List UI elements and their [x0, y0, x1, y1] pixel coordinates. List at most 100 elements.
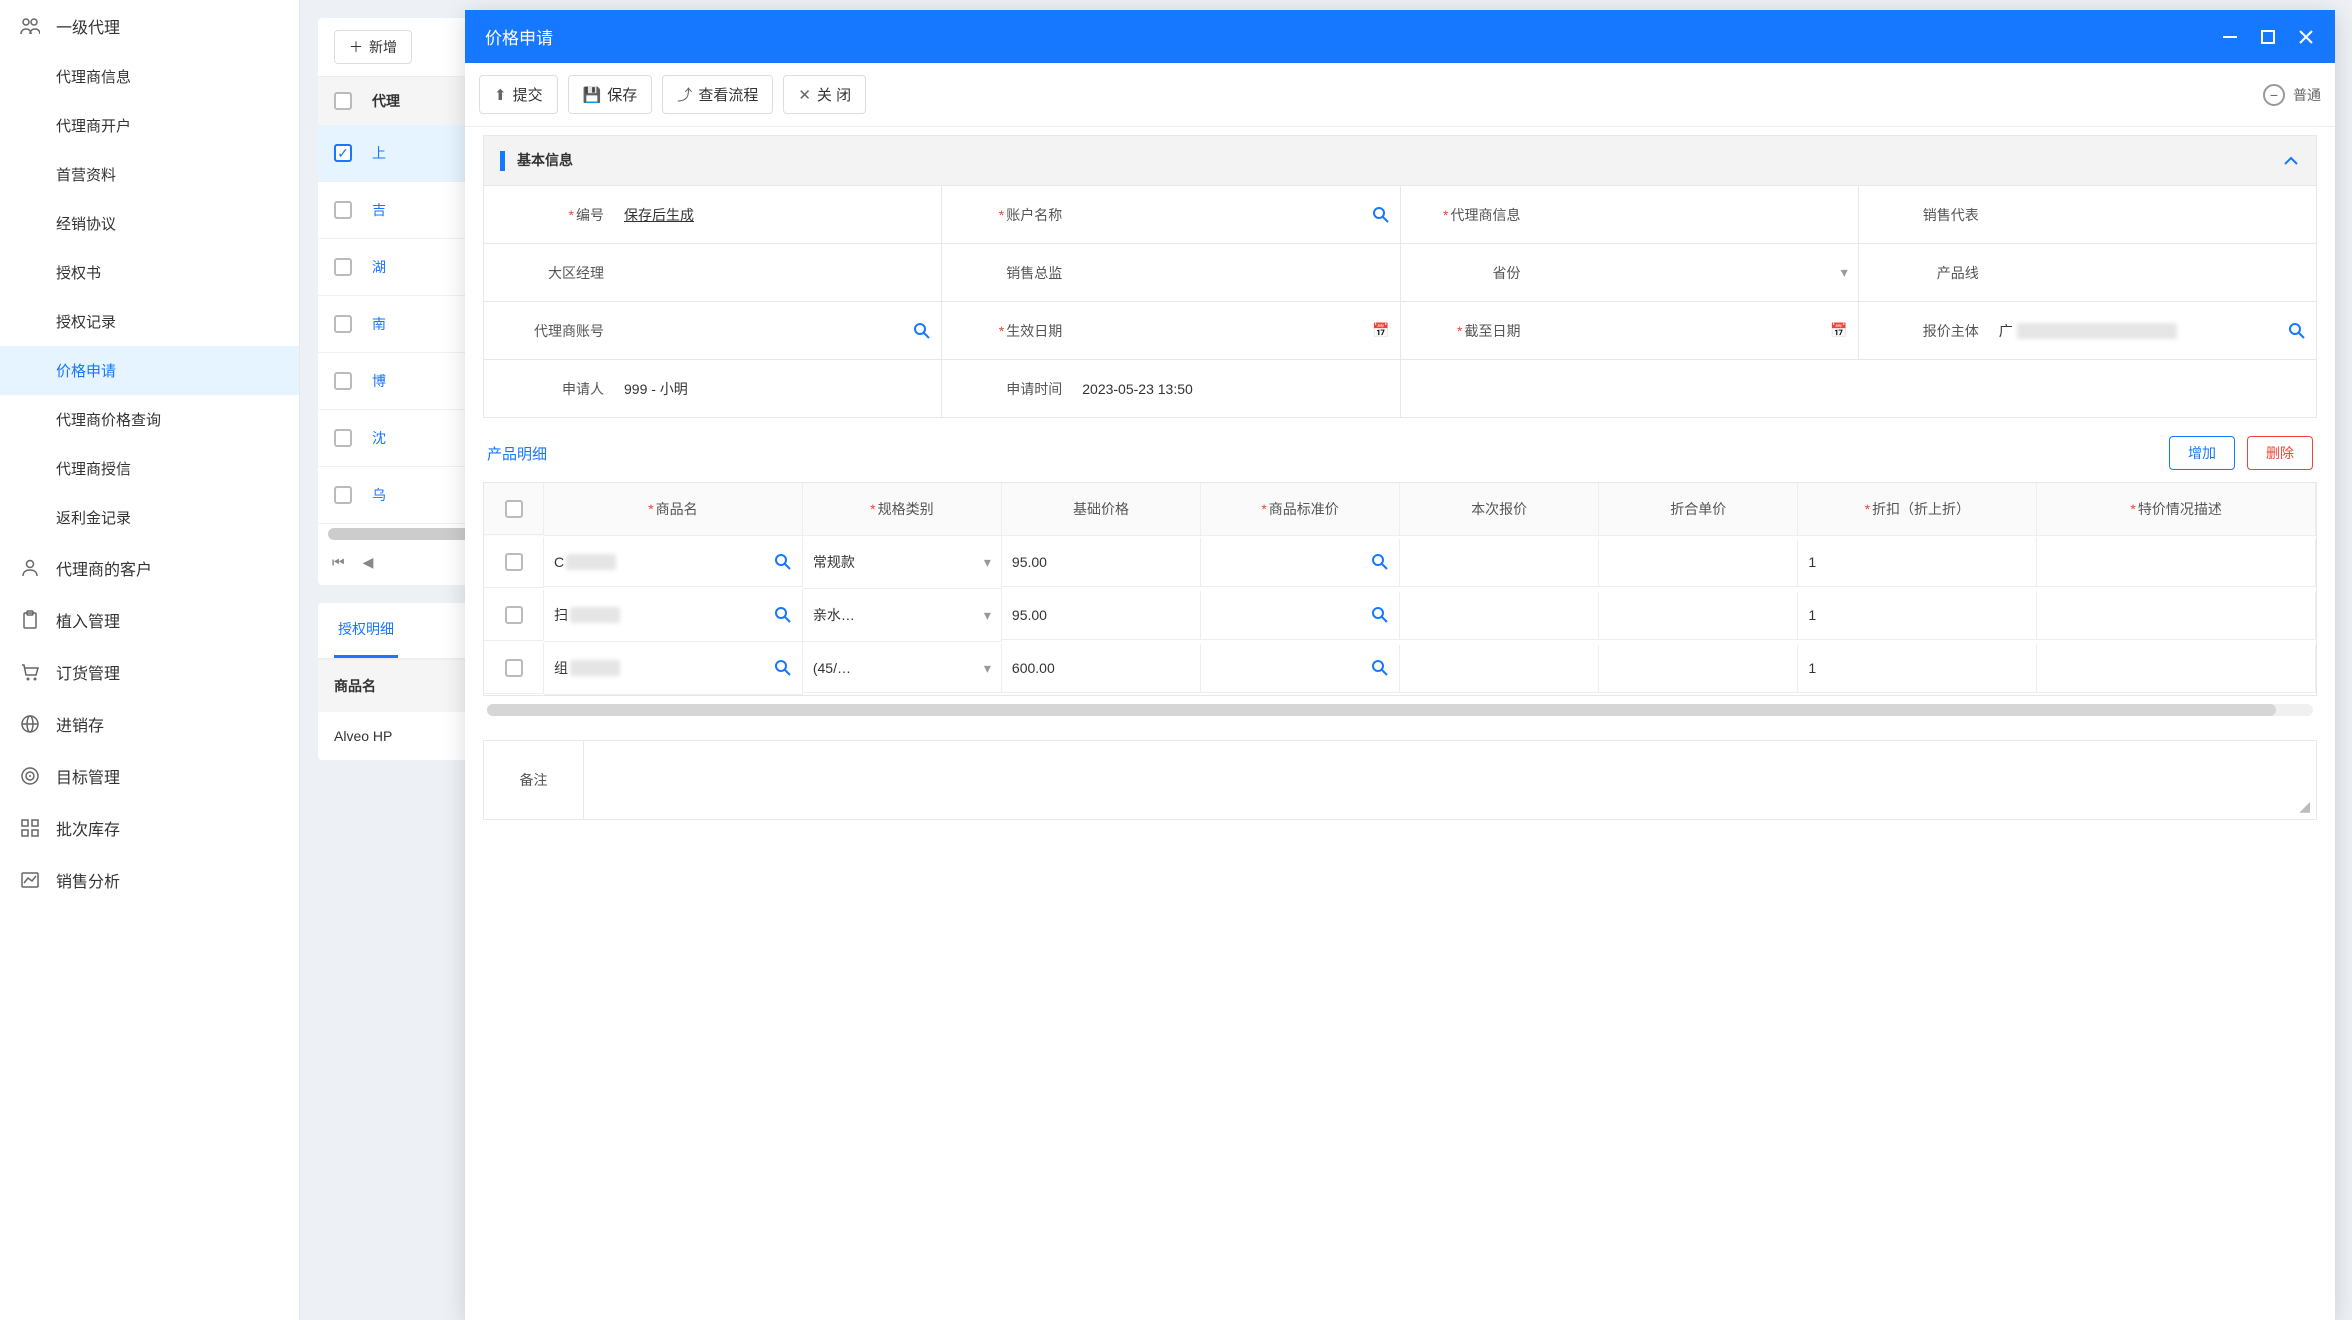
input-std-price[interactable] [1211, 555, 1389, 570]
chevron-down-icon[interactable]: ▾ [984, 554, 991, 571]
search-icon[interactable] [774, 553, 792, 571]
nav-parent[interactable]: 进销存 [0, 698, 299, 750]
nav-child[interactable]: 返利金记录 [0, 493, 299, 542]
input-special-desc[interactable] [2047, 608, 2305, 623]
detail-add-button[interactable]: 增加 [2169, 436, 2235, 470]
input-special-desc[interactable] [2047, 661, 2305, 676]
search-icon[interactable] [2288, 322, 2306, 340]
target-icon [20, 766, 44, 786]
add-button[interactable]: ＋ 新增 [334, 30, 412, 64]
row-checkbox[interactable] [334, 372, 352, 390]
header-checkbox[interactable] [505, 500, 523, 518]
nav-parent[interactable]: 批次库存 [0, 802, 299, 854]
chevron-down-icon[interactable]: ▾ [984, 660, 991, 677]
chevron-down-icon[interactable]: ▾ [1841, 264, 1848, 281]
row-checkbox[interactable] [334, 429, 352, 447]
calendar-icon[interactable]: 📅 [1372, 322, 1389, 339]
row-checkbox[interactable]: ✓ [334, 144, 352, 162]
search-icon[interactable] [1372, 206, 1390, 224]
input-std-price[interactable] [1211, 661, 1389, 676]
input-sales-dir[interactable] [1082, 265, 1389, 281]
input-province[interactable] [1541, 265, 1848, 281]
nav-parent[interactable]: 销售分析 [0, 854, 299, 906]
page-prev-icon[interactable]: ◀ [363, 554, 374, 571]
input-end-date[interactable] [1541, 323, 1848, 339]
detail-hscrollbar-thumb[interactable] [487, 704, 2276, 716]
col-this-quote: 本次报价 [1471, 499, 1527, 519]
input-unit-price[interactable] [1609, 608, 1787, 623]
search-icon[interactable] [774, 659, 792, 677]
search-icon[interactable] [913, 322, 931, 340]
row-checkbox[interactable] [505, 606, 523, 624]
close-button[interactable]: ✕关 闭 [783, 75, 866, 114]
view-flow-button[interactable]: ⤴查看流程 [662, 75, 773, 114]
row-checkbox[interactable] [334, 315, 352, 333]
input-agent-info[interactable] [1541, 207, 1848, 223]
nav-child[interactable]: 价格申请 [0, 346, 299, 395]
row-checkbox[interactable] [505, 553, 523, 571]
nav-child[interactable]: 代理商授信 [0, 444, 299, 493]
minimize-icon[interactable] [2221, 28, 2239, 46]
input-this-quote[interactable] [1410, 608, 1588, 623]
nav-child[interactable]: 经销协议 [0, 199, 299, 248]
row-checkbox[interactable] [334, 486, 352, 504]
nav-parent-label: 一级代理 [56, 14, 120, 38]
maximize-icon[interactable] [2259, 28, 2277, 46]
input-this-quote[interactable] [1410, 555, 1588, 570]
search-icon[interactable] [1371, 553, 1389, 571]
nav-parent[interactable]: 订货管理 [0, 646, 299, 698]
calendar-icon[interactable]: 📅 [1830, 322, 1847, 339]
input-this-quote[interactable] [1410, 661, 1588, 676]
nav-child[interactable]: 代理商信息 [0, 52, 299, 101]
save-button[interactable]: 💾保存 [568, 75, 653, 114]
detail-row: 扫亲水…▾95.001 [484, 589, 2316, 642]
row-checkbox[interactable] [334, 201, 352, 219]
nav-parent-label: 代理商的客户 [56, 556, 152, 580]
nav-child[interactable]: 授权书 [0, 248, 299, 297]
header-checkbox[interactable] [334, 92, 352, 110]
input-special-desc[interactable] [2047, 555, 2305, 570]
section-title-wrap: 基本信息 [500, 150, 573, 171]
field-sales-rep: 销售代表 [1859, 186, 2317, 244]
nav-parent[interactable]: 目标管理 [0, 750, 299, 802]
col-base-price: 基础价格 [1073, 499, 1129, 519]
search-icon[interactable] [774, 606, 792, 624]
submit-button[interactable]: ⬆提交 [479, 75, 558, 114]
field-product-line: 产品线 [1859, 244, 2317, 302]
detail-hscrollbar[interactable] [487, 704, 2313, 716]
cell-name: 扫 [554, 605, 568, 625]
remark-textarea[interactable] [594, 751, 2306, 809]
search-icon[interactable] [1371, 659, 1389, 677]
detail-delete-button[interactable]: 删除 [2247, 436, 2313, 470]
nav-parent[interactable]: 一级代理 [0, 0, 299, 52]
input-unit-price[interactable] [1609, 555, 1787, 570]
minus-circle-icon: − [2263, 84, 2285, 106]
search-icon[interactable] [1371, 606, 1389, 624]
input-region-mgr[interactable] [624, 265, 931, 281]
input-eff-date[interactable] [1082, 323, 1389, 339]
value-apply-time: 2023-05-23 13:50 [1082, 381, 1193, 397]
row-checkbox[interactable] [505, 659, 523, 677]
nav-child[interactable]: 代理商价格查询 [0, 395, 299, 444]
nav-parent[interactable]: 代理商的客户 [0, 542, 299, 594]
input-sales-rep[interactable] [1999, 207, 2306, 223]
mode-chip[interactable]: − 普通 [2263, 84, 2321, 106]
detail-tab[interactable]: 产品明细 [487, 443, 547, 464]
nav-child[interactable]: 授权记录 [0, 297, 299, 346]
input-std-price[interactable] [1211, 608, 1389, 623]
chevron-down-icon[interactable]: ▾ [984, 607, 991, 624]
nav-parent[interactable]: 植入管理 [0, 594, 299, 646]
nav-child[interactable]: 首营资料 [0, 150, 299, 199]
nav-child[interactable]: 代理商开户 [0, 101, 299, 150]
row-checkbox[interactable] [334, 258, 352, 276]
resize-grip-icon[interactable]: ◢ [2299, 798, 2310, 815]
sub-tab[interactable]: 授权明细 [334, 603, 398, 658]
page-first-icon[interactable]: ⏮ [332, 554, 345, 571]
input-acct-name[interactable] [1082, 207, 1389, 223]
input-agent-acct[interactable] [624, 323, 931, 339]
chevron-up-icon[interactable] [2282, 152, 2300, 170]
input-unit-price[interactable] [1609, 661, 1787, 676]
close-icon[interactable] [2297, 28, 2315, 46]
field-empty-1 [1401, 360, 2318, 418]
input-product-line[interactable] [1999, 265, 2306, 281]
